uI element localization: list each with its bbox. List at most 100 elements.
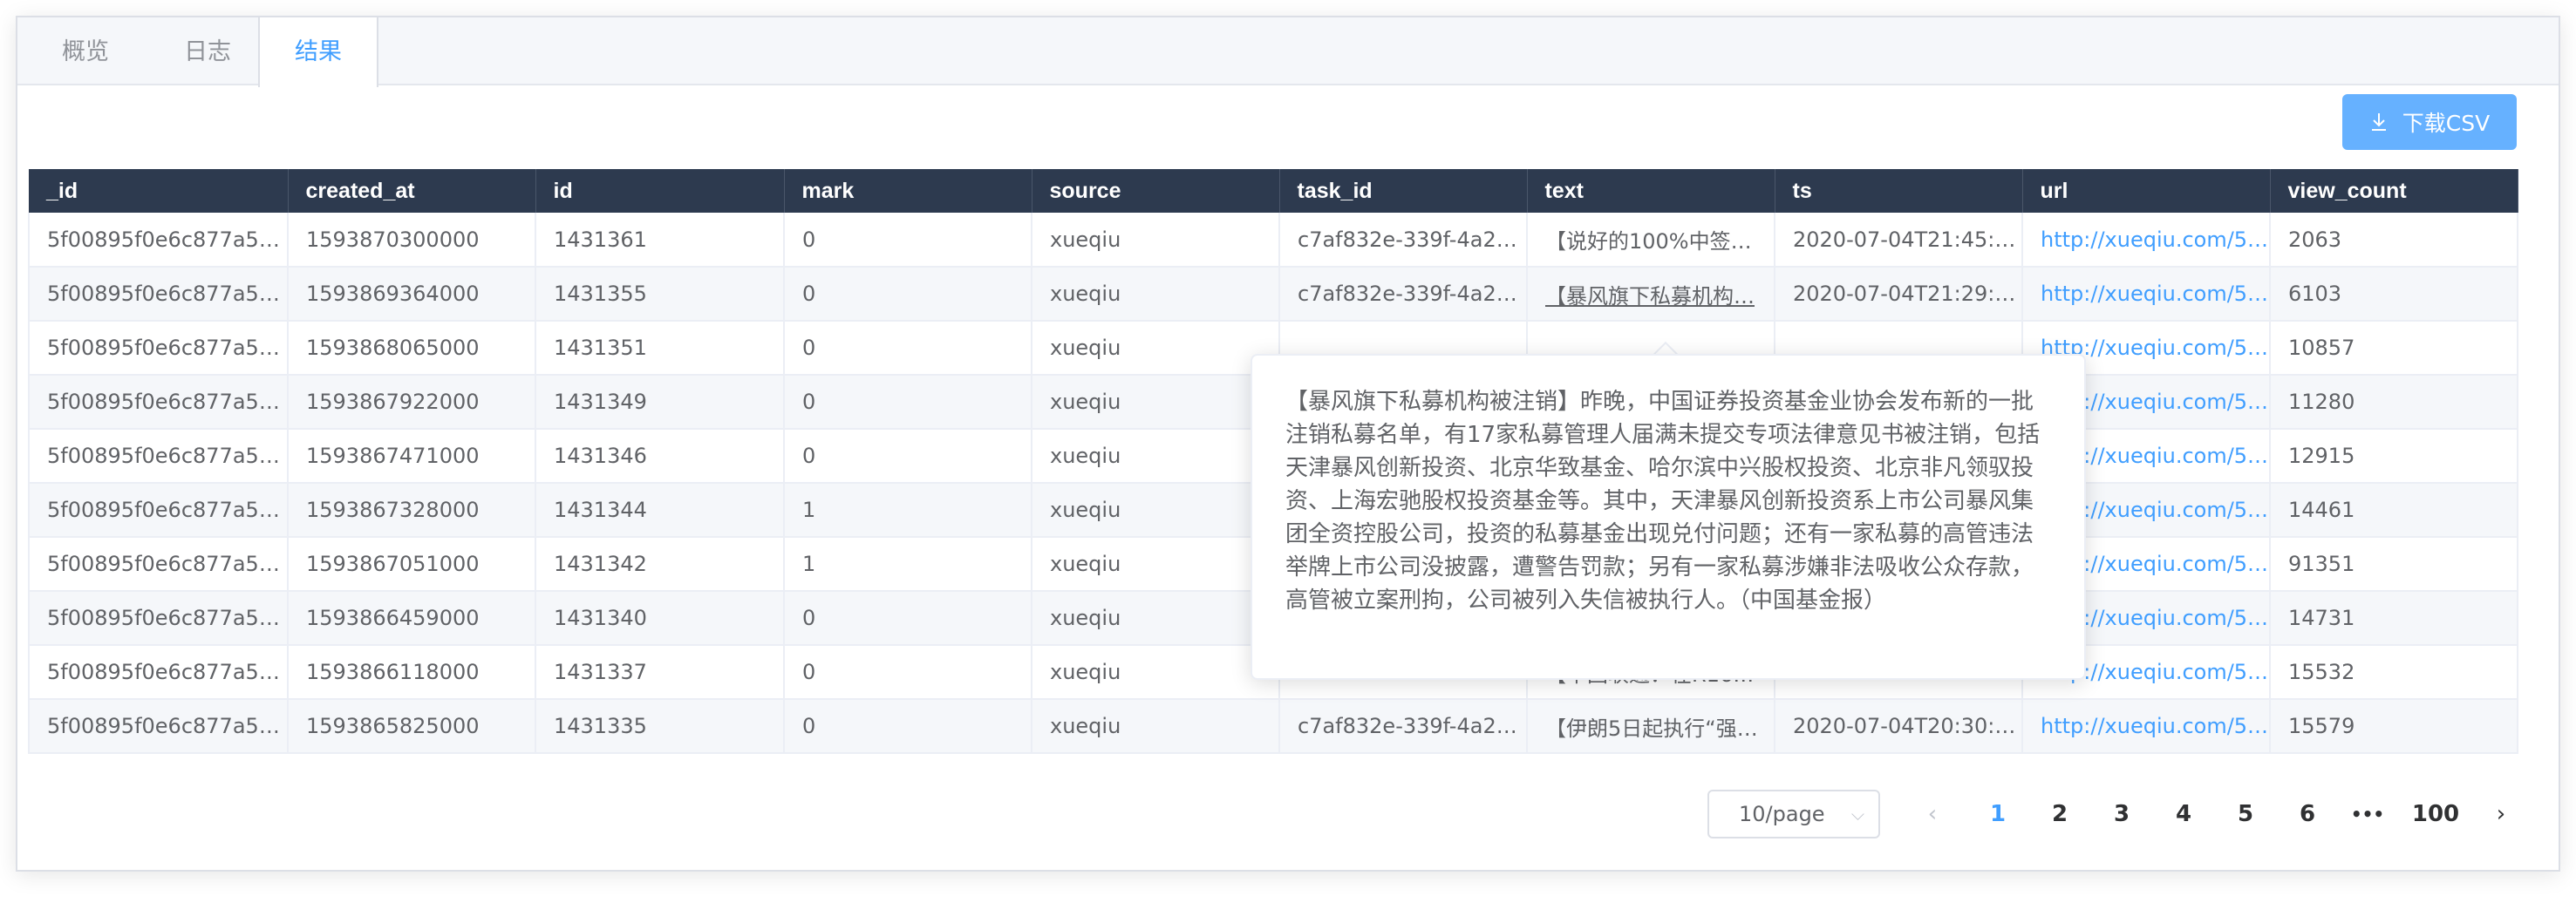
column-header-task-id: task_id bbox=[1279, 169, 1528, 213]
cell-ts: 2020-07-04T20:30:… bbox=[1775, 699, 2023, 754]
cell-created-at: 1593866118000 bbox=[288, 645, 536, 700]
cell-created-at: 1593870300000 bbox=[288, 213, 536, 268]
cell-id: 5f00895f0e6c877a54… bbox=[28, 321, 289, 376]
column-header-mark: mark bbox=[784, 169, 1032, 213]
tab-logs[interactable]: 日志 bbox=[155, 17, 260, 85]
cell-text[interactable]: 【伊朗5日起执行“强… bbox=[1527, 699, 1775, 754]
cell-source: xueqiu bbox=[1032, 267, 1280, 322]
cell-task-id: c7af832e-339f-4a2c… bbox=[1279, 699, 1528, 754]
cell-id: 5f00895f0e6c877a54… bbox=[28, 699, 289, 754]
table-header-row: _id created_at id mark source task_id text ts ur… bbox=[29, 169, 2518, 213]
cell-id: 5f00895f0e6c877a54… bbox=[28, 645, 289, 700]
cell-url[interactable]: http://xueqiu.com/5… bbox=[2022, 699, 2271, 754]
cell-view-count: 11280 bbox=[2270, 375, 2518, 430]
cell-ts: 2020-07-04T21:45:… bbox=[1775, 213, 2023, 268]
tab-results[interactable]: 结果 bbox=[258, 17, 378, 87]
cell-view-count: 14731 bbox=[2270, 591, 2518, 646]
cell-mark: 0 bbox=[784, 375, 1032, 430]
cell-source: xueqiu bbox=[1032, 537, 1280, 592]
cell-source: xueqiu bbox=[1032, 699, 1280, 754]
cell-source: xueqiu bbox=[1032, 375, 1280, 430]
page-2[interactable]: 2 bbox=[2038, 790, 2082, 838]
cell-view-count: 15579 bbox=[2270, 699, 2518, 754]
cell-source: xueqiu bbox=[1032, 213, 1280, 268]
cell-mark: 0 bbox=[784, 699, 1032, 754]
page-size-value: 10/page bbox=[1739, 802, 1825, 826]
prev-page-button[interactable]: ‹ bbox=[1915, 790, 1950, 838]
cell-id: 1431346 bbox=[535, 429, 785, 484]
cell-text[interactable]: 【说好的100%中签… bbox=[1527, 213, 1775, 268]
column-header-url: url bbox=[2022, 169, 2271, 213]
cell-created-at: 1593867328000 bbox=[288, 483, 536, 538]
cell-view-count: 15532 bbox=[2270, 645, 2518, 700]
cell-view-count: 12915 bbox=[2270, 429, 2518, 484]
tab-bar: 概览 日志 结果 bbox=[17, 17, 2559, 87]
cell-id: 1431340 bbox=[535, 591, 785, 646]
cell-id: 5f00895f0e6c877a54… bbox=[28, 267, 289, 322]
cell-id: 1431337 bbox=[535, 645, 785, 700]
cell-view-count: 14461 bbox=[2270, 483, 2518, 538]
column-header-created-at: created_at bbox=[288, 169, 536, 213]
cell-mark: 0 bbox=[784, 213, 1032, 268]
download-csv-label: 下载CSV bbox=[2402, 111, 2491, 136]
column-header-view-count: view_count bbox=[2270, 169, 2518, 213]
download-csv-button[interactable]: 下载CSV bbox=[2342, 94, 2517, 150]
cell-id: 5f00895f0e6c877a54… bbox=[28, 483, 289, 538]
cell-mark: 0 bbox=[784, 321, 1032, 376]
cell-source: xueqiu bbox=[1032, 483, 1280, 538]
download-icon bbox=[2371, 113, 2386, 131]
cell-created-at: 1593869364000 bbox=[288, 267, 536, 322]
cell-mark: 0 bbox=[784, 429, 1032, 484]
cell-mark: 1 bbox=[784, 483, 1032, 538]
cell-id: 5f00895f0e6c877a54… bbox=[28, 537, 289, 592]
cell-id: 5f00895f0e6c877a54… bbox=[28, 213, 289, 268]
cell-url[interactable]: http://xueqiu.com/5… bbox=[2022, 213, 2271, 268]
more-pages-ellipsis[interactable]: ••• bbox=[2344, 790, 2391, 838]
page-100[interactable]: 100 bbox=[2405, 790, 2466, 838]
cell-source: xueqiu bbox=[1032, 429, 1280, 484]
cell-created-at: 1593867922000 bbox=[288, 375, 536, 430]
cell-created-at: 1593866459000 bbox=[288, 591, 536, 646]
cell-id: 1431361 bbox=[535, 213, 785, 268]
cell-created-at: 1593867051000 bbox=[288, 537, 536, 592]
cell-id: 1431335 bbox=[535, 699, 785, 754]
page-size-select[interactable]: 10/page ⌵ bbox=[1707, 790, 1880, 838]
column-header-id: _id bbox=[29, 169, 289, 213]
cell-view-count: 91351 bbox=[2270, 537, 2518, 592]
cell-mark: 1 bbox=[784, 537, 1032, 592]
cell-source: xueqiu bbox=[1032, 591, 1280, 646]
chevron-down-icon: ⌵ bbox=[1850, 804, 1864, 825]
cell-view-count: 2063 bbox=[2270, 213, 2518, 268]
cell-id: 5f00895f0e6c877a54… bbox=[28, 591, 289, 646]
cell-mark: 0 bbox=[784, 645, 1032, 700]
cell-source: xueqiu bbox=[1032, 645, 1280, 700]
cell-id: 1431344 bbox=[535, 483, 785, 538]
page-4[interactable]: 4 bbox=[2162, 790, 2205, 838]
cell-created-at: 1593865825000 bbox=[288, 699, 536, 754]
page-3[interactable]: 3 bbox=[2100, 790, 2143, 838]
cell-created-at: 1593867471000 bbox=[288, 429, 536, 484]
cell-view-count: 10857 bbox=[2270, 321, 2518, 376]
cell-created-at: 1593868065000 bbox=[288, 321, 536, 376]
cell-view-count: 6103 bbox=[2270, 267, 2518, 322]
cell-mark: 0 bbox=[784, 591, 1032, 646]
column-header-id: id bbox=[535, 169, 785, 213]
next-page-button[interactable]: › bbox=[2484, 790, 2518, 838]
cell-url[interactable]: http://xueqiu.com/5… bbox=[2022, 267, 2271, 322]
column-header-ts: ts bbox=[1775, 169, 2023, 213]
column-header-text: text bbox=[1527, 169, 1775, 213]
text-tooltip: 【暴风旗下私募机构被注销】昨晚，中国证券投资基金业协会发布新的一批注销私募名单，… bbox=[1251, 354, 2086, 680]
cell-task-id: c7af832e-339f-4a2c… bbox=[1279, 213, 1528, 268]
page-1[interactable]: 1 bbox=[1976, 790, 2020, 838]
cell-id: 5f00895f0e6c877a54… bbox=[28, 375, 289, 430]
cell-id: 5f00895f0e6c877a54… bbox=[28, 429, 289, 484]
table-row[interactable]: 5f00895f0e6c877a54… 1593865825000 1431335 0… bbox=[28, 699, 2518, 754]
cell-id: 1431349 bbox=[535, 375, 785, 430]
page-5[interactable]: 5 bbox=[2224, 790, 2267, 838]
table-row[interactable]: 5f00895f0e6c877a54… 1593869364000 1431355 0… bbox=[28, 267, 2518, 322]
cell-text[interactable]: 【暴风旗下私募机构… bbox=[1527, 267, 1775, 322]
tab-overview[interactable]: 概览 bbox=[33, 17, 138, 85]
cell-ts: 2020-07-04T21:29:… bbox=[1775, 267, 2023, 322]
table-row[interactable]: 5f00895f0e6c877a54… 1593870300000 1431361 0… bbox=[28, 213, 2518, 268]
page-6[interactable]: 6 bbox=[2286, 790, 2329, 838]
